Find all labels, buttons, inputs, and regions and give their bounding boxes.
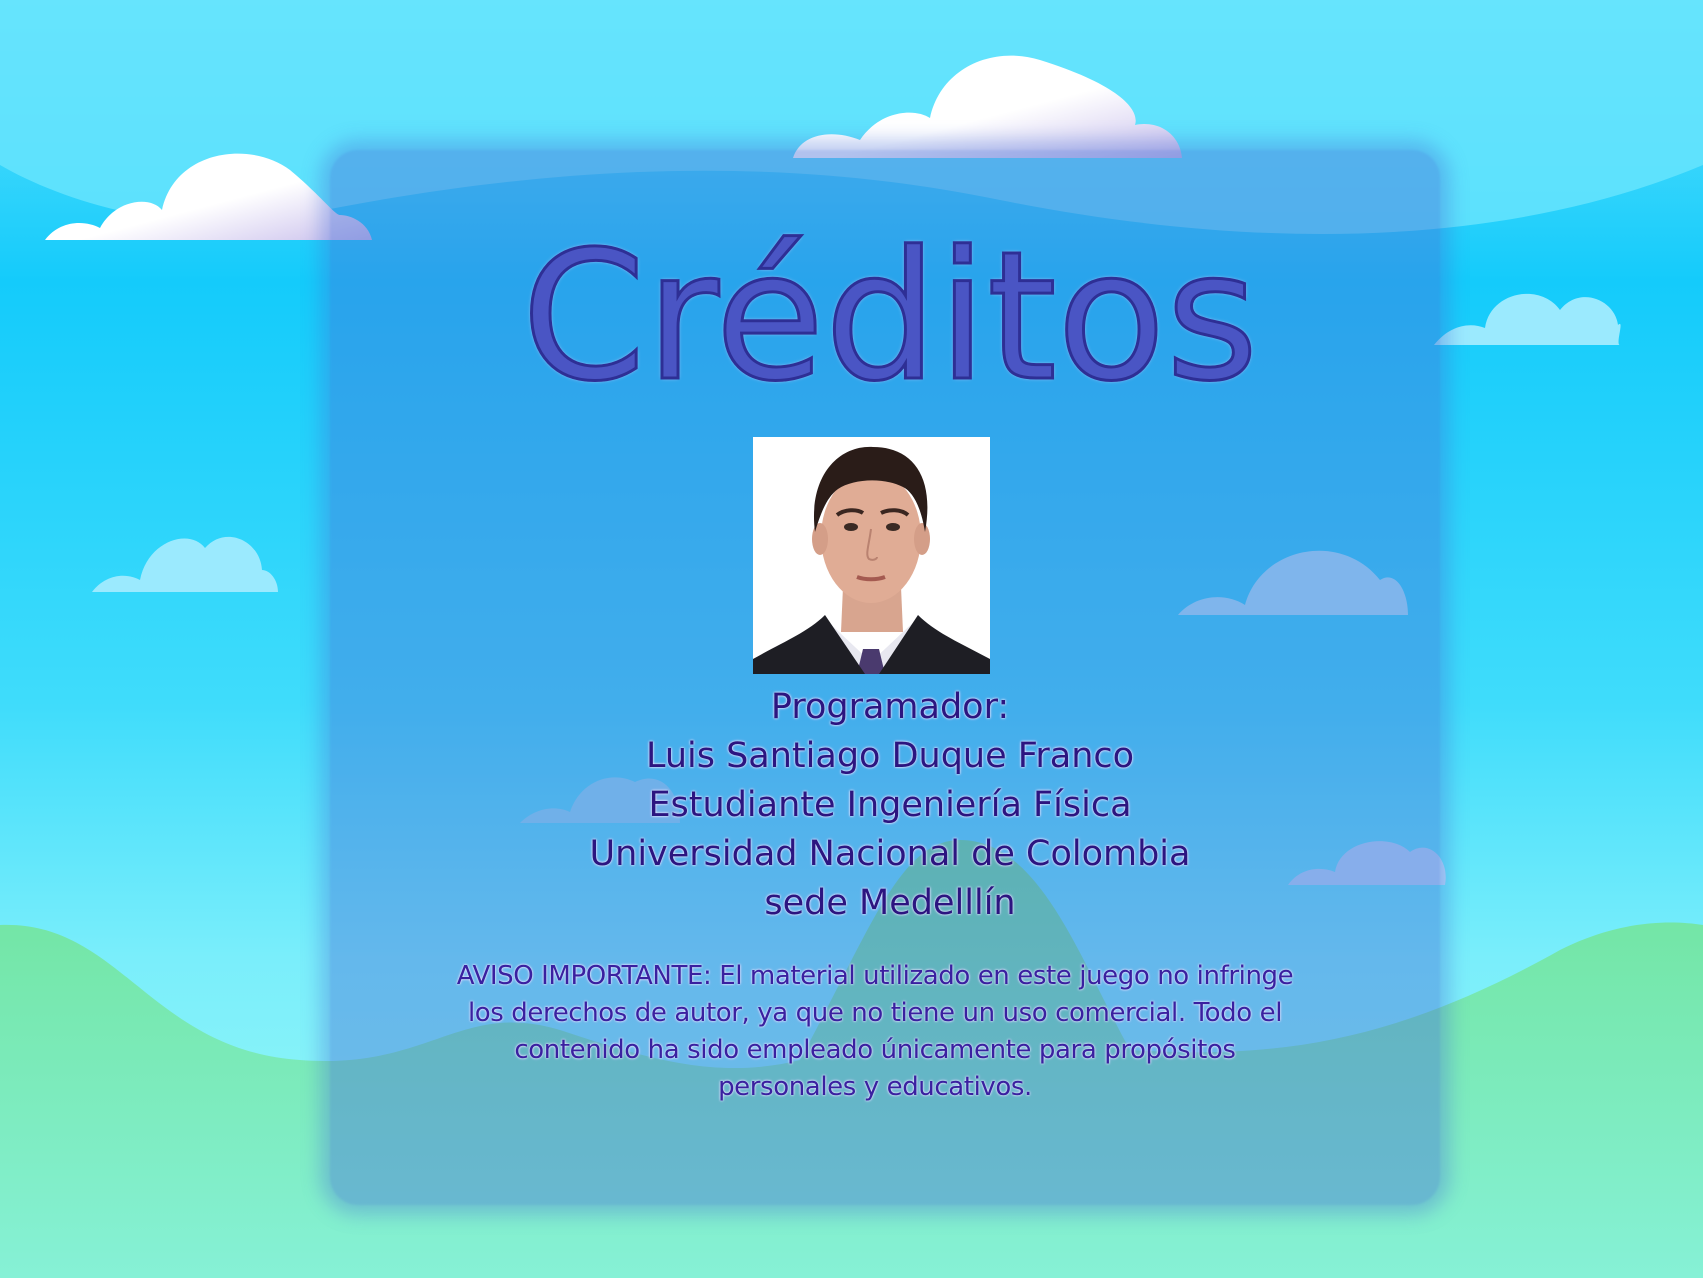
programmer-photo [753, 437, 990, 674]
programmer-program: Estudiante Ingeniería Física [648, 785, 1132, 825]
programmer-name: Luis Santiago Duque Franco [645, 736, 1135, 776]
role-label: Programador: [770, 687, 1010, 727]
credits-title: Créditos [520, 213, 1260, 420]
copyright-notice: AVISO IMPORTANTE: El material utilizado … [395, 958, 1355, 1106]
credits-block: Programador: Luis Santiago Duque Franco … [485, 683, 1295, 928]
notice-line: personales y educativos. [718, 1072, 1032, 1102]
programmer-campus: sede Medelllín [764, 883, 1016, 923]
notice-line: AVISO IMPORTANTE: El material utilizado … [456, 961, 1294, 991]
notice-line: los derechos de autor, ya que no tiene u… [467, 998, 1283, 1028]
notice-line: contenido ha sido empleado únicamente pa… [514, 1035, 1236, 1065]
portrait-image [753, 437, 990, 674]
programmer-university: Universidad Nacional de Colombia [589, 834, 1191, 874]
